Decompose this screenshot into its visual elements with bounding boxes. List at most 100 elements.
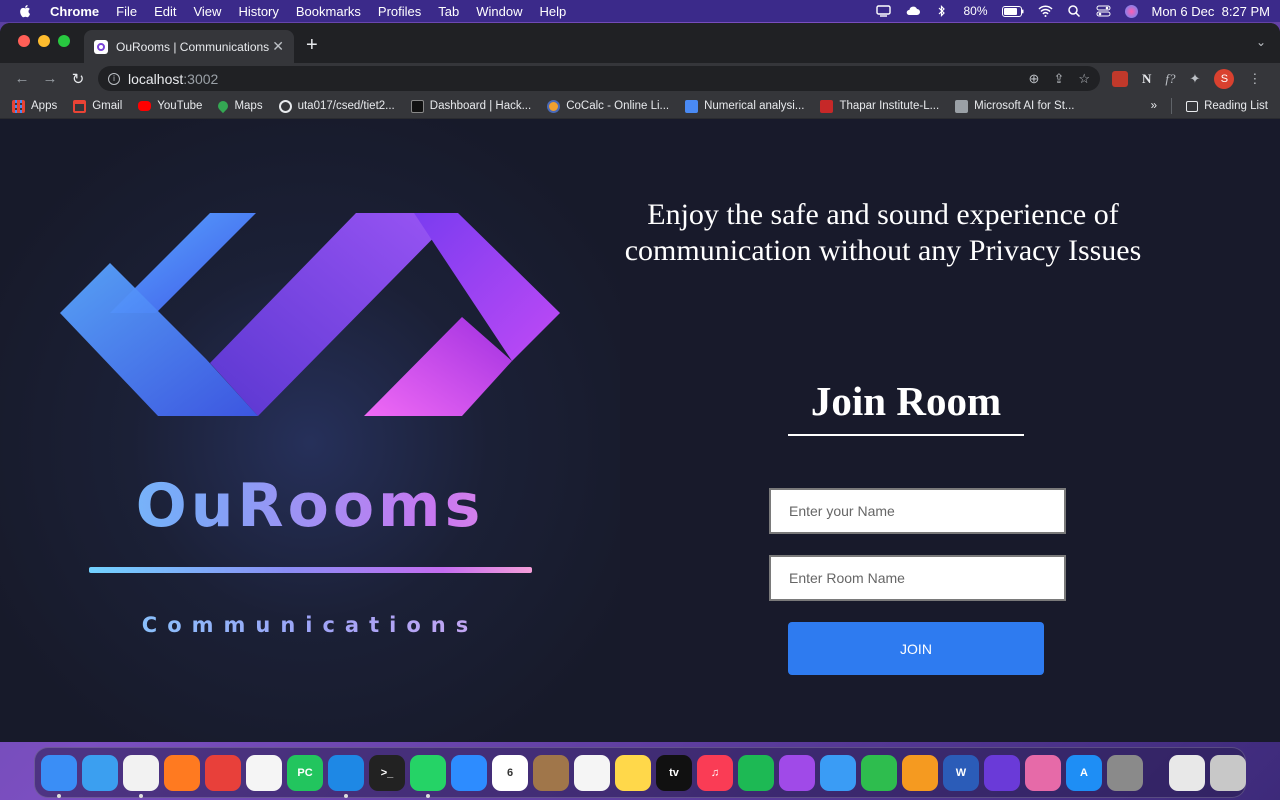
new-tab-icon[interactable]: + [306, 34, 318, 57]
wifi-icon[interactable] [1037, 5, 1053, 17]
pages-icon[interactable] [902, 754, 938, 791]
apple-logo-icon[interactable] [18, 4, 32, 18]
menu-bookmarks[interactable]: Bookmarks [296, 4, 361, 19]
bookmark-star-icon[interactable]: ☆ [1078, 71, 1090, 87]
join-button[interactable]: JOIN [788, 622, 1044, 675]
reading-list-button[interactable]: Reading List [1186, 100, 1268, 112]
bookmark-youtube[interactable]: YouTube [138, 100, 202, 112]
appstore-icon[interactable]: A [1066, 754, 1102, 791]
bookmark-thapar[interactable]: Thapar Institute-L... [820, 99, 939, 113]
contacts-icon[interactable] [533, 754, 569, 791]
close-tab-icon[interactable]: ✕ [272, 38, 284, 55]
site-info-icon[interactable]: i [108, 72, 120, 85]
more-bookmarks-chevron-icon[interactable]: » [1151, 100, 1157, 112]
bookmark-apps[interactable]: Apps [12, 99, 57, 113]
terminal-icon[interactable]: >_ [369, 754, 405, 791]
menu-help[interactable]: Help [540, 4, 567, 19]
mail-icon[interactable] [205, 754, 241, 791]
bookmark-label: Numerical analysi... [704, 100, 805, 112]
trash-icon[interactable] [1210, 754, 1246, 791]
whatsapp-icon[interactable] [410, 754, 446, 798]
pycharm-icon[interactable]: PC [287, 754, 323, 791]
bookmark-cocalc[interactable]: CoCalc - Online Li... [547, 99, 669, 113]
room-name-input[interactable] [769, 555, 1066, 601]
bluetooth-icon[interactable] [934, 5, 949, 17]
calendar-icon[interactable]: 6 [492, 754, 528, 791]
tab-title: OuRooms | Communications [116, 39, 270, 54]
bookmark-microsoft-ai[interactable]: Microsoft AI for St... [955, 99, 1075, 113]
reminders-icon[interactable] [574, 754, 610, 791]
hackerrank-icon [410, 99, 424, 113]
bookmark-maps[interactable]: Maps [216, 98, 263, 114]
fullscreen-window-button[interactable] [58, 35, 70, 47]
bookmark-gmail[interactable]: Gmail [73, 99, 122, 113]
back-arrow-icon[interactable]: ← [8, 70, 36, 87]
notes-icon[interactable] [615, 754, 651, 791]
control-center-icon[interactable] [1096, 5, 1111, 17]
documents-stack-icon[interactable] [1169, 754, 1205, 791]
macos-dock: PC >_ 6 tv ♫ W A [34, 747, 1246, 798]
menu-profiles[interactable]: Profiles [378, 4, 421, 19]
firefox-icon[interactable] [164, 754, 200, 791]
menubar-datetime[interactable]: Mon 6 Dec 8:27 PM [1152, 4, 1271, 19]
appletv-icon[interactable]: tv [656, 754, 692, 791]
menu-file[interactable]: File [116, 4, 137, 19]
battery-icon[interactable] [1001, 5, 1024, 17]
extension-notion-icon[interactable]: N [1142, 71, 1151, 87]
url-host: localhost [128, 70, 184, 87]
share-icon[interactable]: ⇪ [1053, 71, 1064, 87]
running-indicator [57, 793, 61, 798]
close-window-button[interactable] [18, 35, 30, 47]
extensions-puzzle-icon[interactable]: ✦ [1190, 71, 1201, 87]
safari-icon[interactable] [82, 754, 118, 791]
cleanmymac-icon[interactable] [1025, 754, 1061, 791]
cocalc-icon [547, 99, 561, 113]
reading-list-label: Reading List [1204, 100, 1268, 112]
cloud-sync-icon[interactable] [905, 5, 921, 17]
bookmark-uta017[interactable]: uta017/csed/tiet2... [278, 99, 395, 113]
vpn-icon[interactable] [984, 754, 1020, 791]
bookmark-hackerrank[interactable]: Dashboard | Hack... [410, 99, 531, 113]
podcasts-icon[interactable] [779, 754, 815, 791]
menu-tab[interactable]: Tab [438, 4, 459, 19]
extension-red-icon[interactable] [1112, 70, 1128, 87]
globe-icon [278, 99, 292, 113]
menu-edit[interactable]: Edit [154, 4, 176, 19]
menu-history[interactable]: History [238, 4, 278, 19]
bookmark-label: YouTube [157, 100, 203, 112]
docs-icon [685, 99, 699, 113]
spotify-icon[interactable] [738, 754, 774, 791]
chrome-icon[interactable] [123, 754, 159, 798]
keynote-icon[interactable] [820, 754, 856, 791]
menu-window[interactable]: Window [476, 4, 522, 19]
photos-icon[interactable] [246, 754, 282, 791]
forward-arrow-icon[interactable]: → [36, 70, 64, 87]
minimize-window-button[interactable] [38, 35, 50, 47]
siri-icon[interactable] [1124, 4, 1138, 18]
menu-view[interactable]: View [193, 4, 221, 19]
name-input[interactable] [769, 488, 1066, 534]
browser-menu-icon[interactable]: ⋮ [1248, 71, 1261, 87]
youtube-icon [138, 101, 152, 111]
menu-app-name[interactable]: Chrome [50, 4, 99, 19]
finder-icon[interactable] [41, 754, 77, 798]
zoom-icon[interactable]: ⊕ [1029, 71, 1040, 87]
bookmark-divider [1171, 98, 1173, 114]
ourooms-favicon-icon [94, 39, 108, 54]
tab-search-chevron-icon[interactable]: ⌄ [1256, 35, 1266, 49]
spotlight-search-icon[interactable] [1067, 5, 1082, 17]
address-bar[interactable]: i localhost:3002 ⊕ ⇪ ☆ [98, 66, 1100, 91]
active-tab[interactable]: OuRooms | Communications ✕ [84, 30, 294, 63]
battery-percentage: 80% [963, 4, 988, 18]
word-icon[interactable]: W [943, 754, 979, 791]
screen-mirroring-icon[interactable] [876, 5, 892, 17]
zoom-icon[interactable] [451, 754, 487, 791]
system-preferences-icon[interactable] [1107, 754, 1143, 791]
profile-avatar[interactable]: S [1214, 68, 1235, 89]
extension-function-icon[interactable]: f? [1165, 71, 1175, 87]
vscode-icon[interactable] [328, 754, 364, 798]
music-icon[interactable]: ♫ [697, 754, 733, 791]
bookmark-numerical[interactable]: Numerical analysi... [685, 99, 805, 113]
numbers-icon[interactable] [861, 754, 897, 791]
reload-icon[interactable]: ↻ [64, 70, 92, 88]
